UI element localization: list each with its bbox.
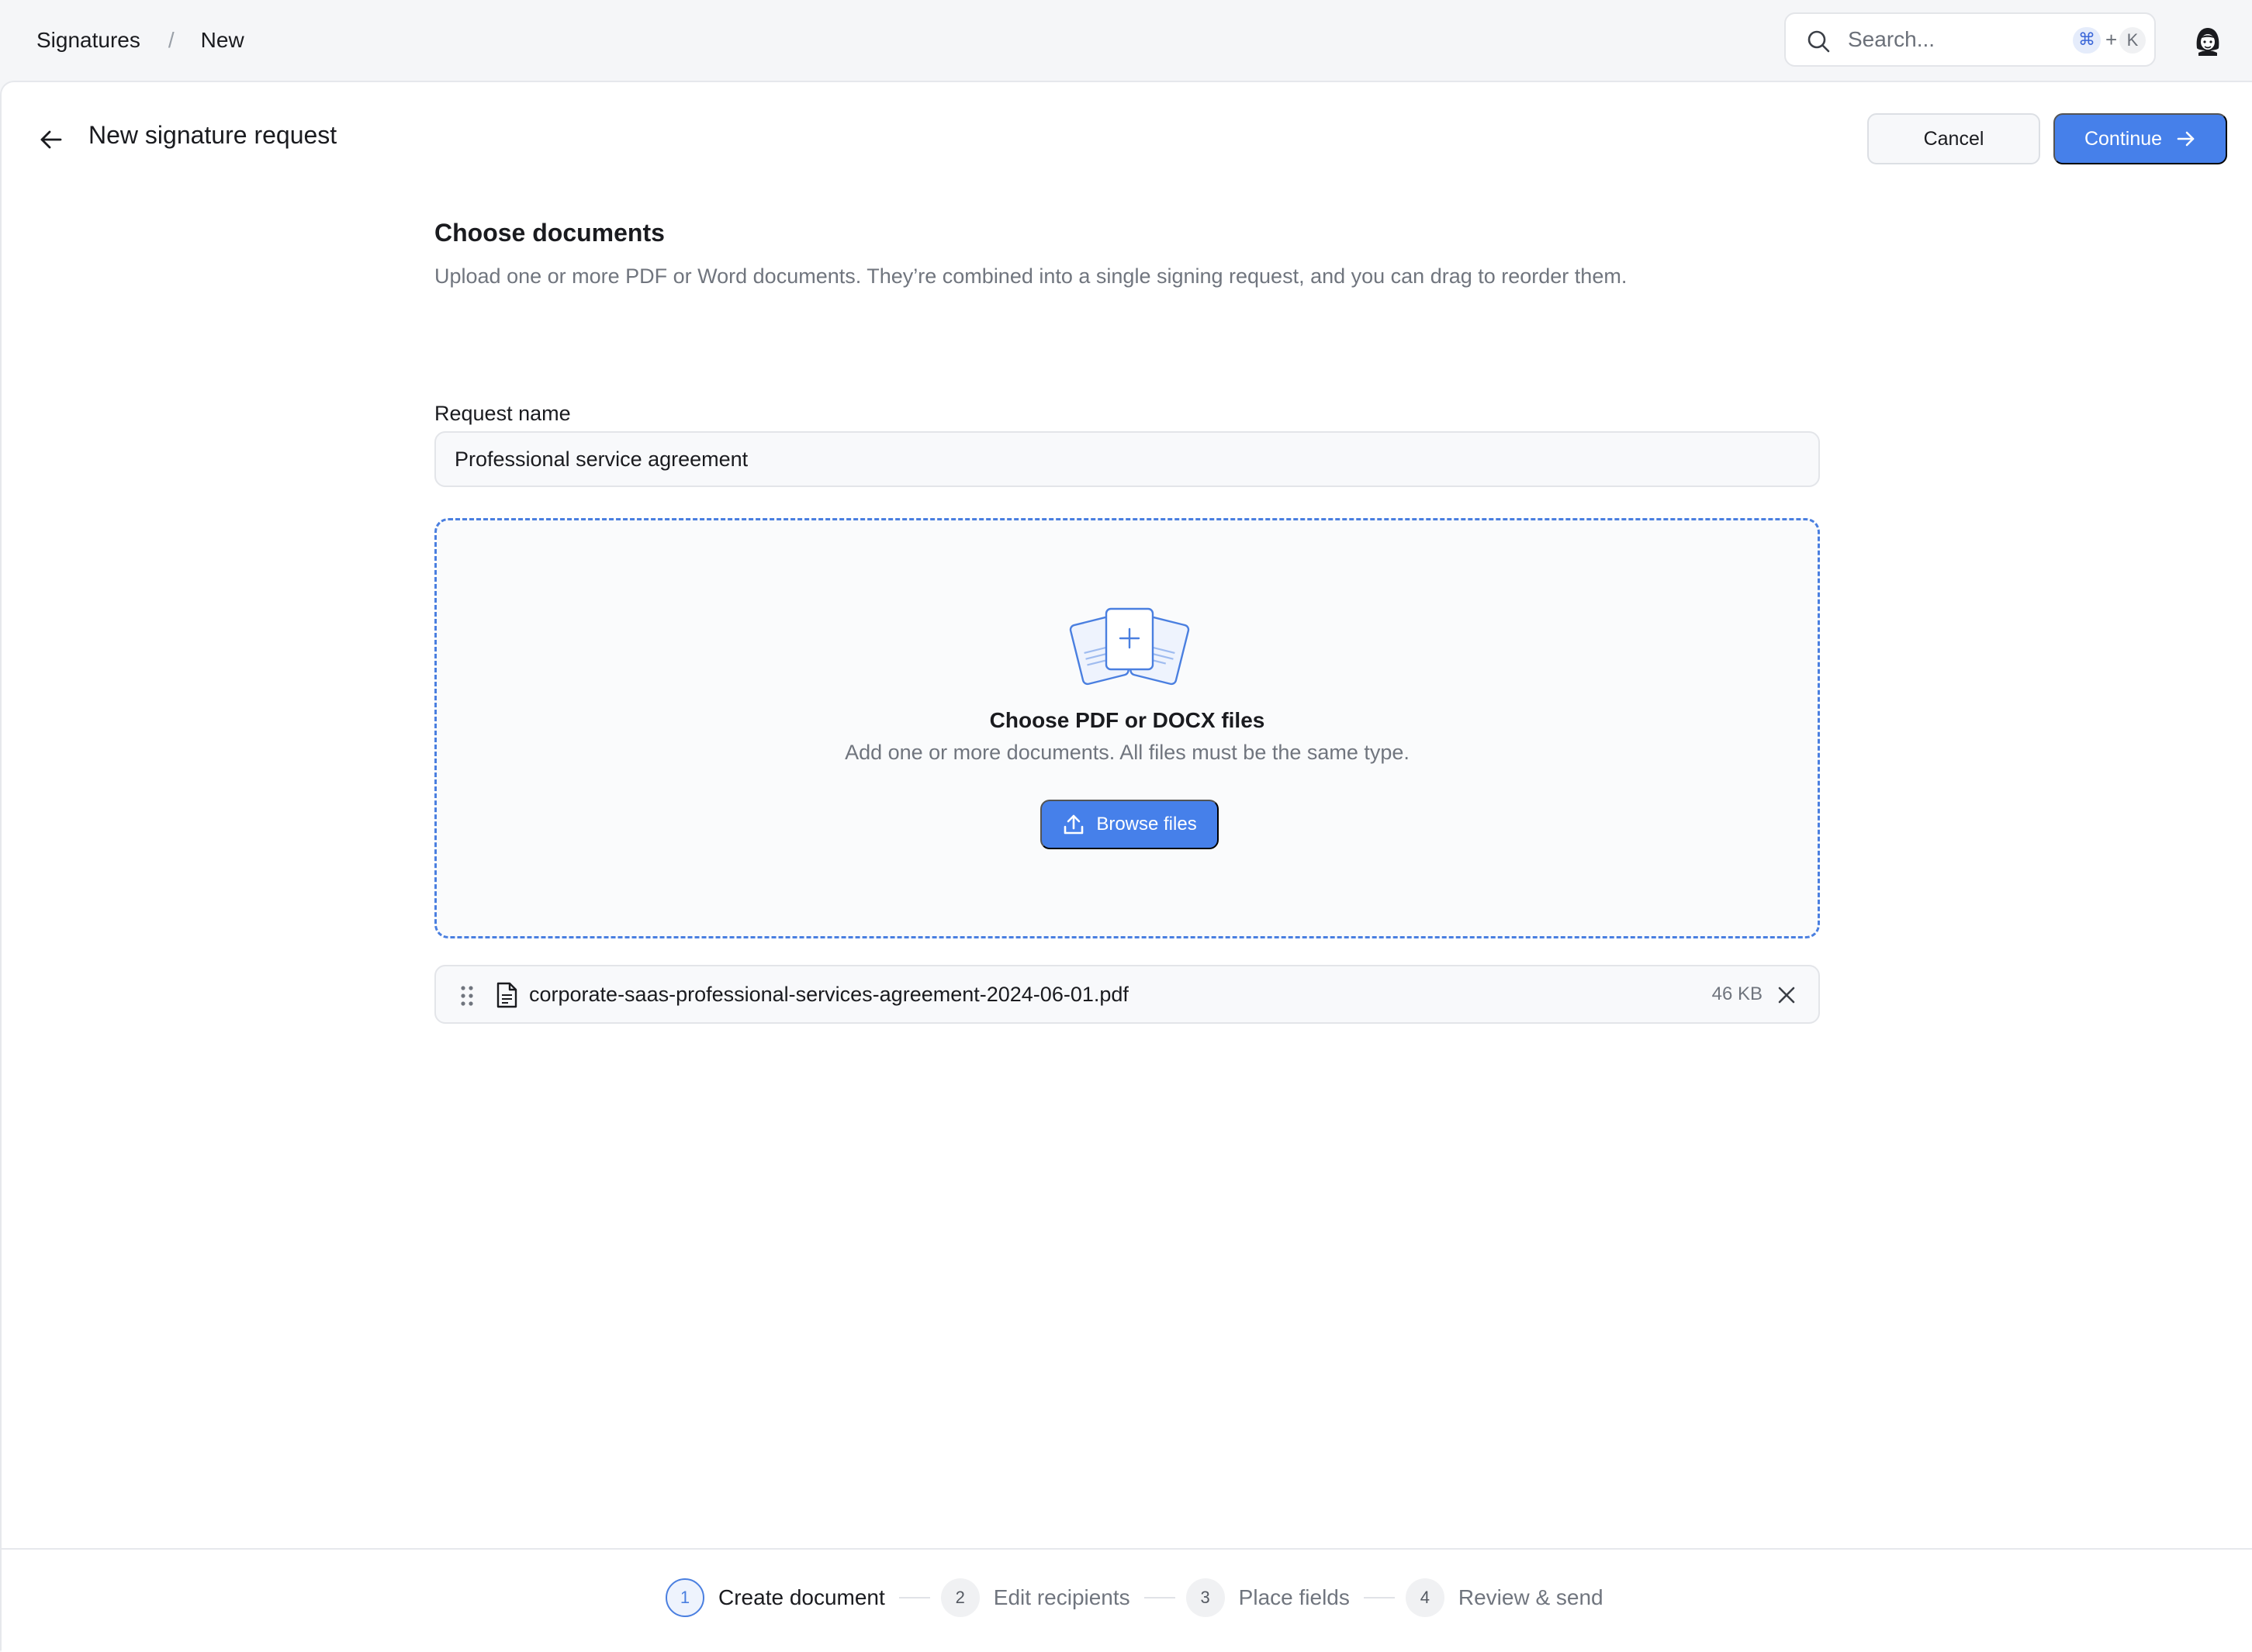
top-bar: Signatures / New Search... ⌘ + K	[0, 0, 2252, 81]
shortcut-k-key: K	[2119, 27, 2146, 54]
step-connector	[1363, 1597, 1395, 1598]
step-label: Place fields	[1238, 1585, 1350, 1609]
step-place-fields[interactable]: 3 Place fields	[1185, 1578, 1350, 1617]
search-box[interactable]: Search... ⌘ + K	[1784, 12, 2156, 67]
shortcut-plus: +	[2105, 28, 2118, 51]
remove-file-icon[interactable]	[1776, 985, 1797, 1005]
arrow-right-icon	[2177, 131, 2195, 147]
section-title: Choose documents	[434, 219, 665, 247]
step-number: 1	[666, 1578, 704, 1617]
file-size: 46 KB	[1711, 983, 1763, 1004]
step-review-send[interactable]: 4 Review & send	[1405, 1578, 1603, 1617]
step-number: 4	[1405, 1578, 1444, 1617]
choose-documents-section: Choose documents Upload one or more PDF …	[434, 219, 1820, 1024]
page-title: New signature request	[88, 121, 337, 149]
step-label: Edit recipients	[993, 1585, 1130, 1609]
dropzone-subtitle: Add one or more documents. All files mus…	[845, 741, 1410, 764]
drag-handle-icon[interactable]	[459, 983, 475, 1008]
avatar[interactable]	[2192, 25, 2223, 56]
step-edit-recipients[interactable]: 2 Edit recipients	[940, 1578, 1130, 1617]
step-connector	[1143, 1597, 1175, 1598]
page-header: New signature request Cancel Continue	[2, 82, 2252, 195]
step-number: 2	[940, 1578, 980, 1617]
steps-list: 1 Create document 2 Edit recipients 3 Pl…	[666, 1578, 1603, 1618]
step-label: Create document	[718, 1585, 885, 1609]
browse-files-button[interactable]: Browse files	[1040, 800, 1219, 849]
search-icon	[1807, 30, 1830, 53]
breadcrumb-signatures[interactable]: Signatures	[36, 28, 140, 53]
section-description: Upload one or more PDF or Word documents…	[434, 264, 1628, 288]
file-name: corporate-saas-professional-services-agr…	[529, 983, 1129, 1006]
shortcut-cmd-key: ⌘	[2073, 27, 2101, 54]
step-connector	[898, 1597, 930, 1598]
documents-add-icon	[1069, 607, 1190, 686]
file-list-item[interactable]: corporate-saas-professional-services-agr…	[434, 965, 1820, 1024]
cancel-button[interactable]: Cancel	[1867, 113, 2040, 164]
browse-files-label: Browse files	[1096, 814, 1197, 835]
request-name-input[interactable]: Professional service agreement	[434, 431, 1820, 487]
progress-stepper: 1 Create document 2 Edit recipients 3 Pl…	[2, 1548, 2252, 1652]
back-arrow-icon[interactable]	[37, 126, 65, 154]
main-panel: New signature request Cancel Continue Ch…	[0, 81, 2252, 1652]
breadcrumb-current: New	[200, 28, 244, 52]
breadcrumb: Signatures / New	[36, 0, 244, 81]
breadcrumb-separator: /	[168, 28, 175, 52]
step-number: 3	[1185, 1578, 1225, 1617]
step-create-document[interactable]: 1 Create document	[666, 1578, 885, 1617]
request-name-label: Request name	[434, 402, 571, 425]
continue-button[interactable]: Continue	[2053, 113, 2227, 164]
search-input[interactable]: Search...	[1848, 14, 1935, 65]
upload-icon	[1064, 814, 1084, 835]
file-dropzone[interactable]: Choose PDF or DOCX files Add one or more…	[434, 518, 1820, 938]
continue-button-label: Continue	[2084, 127, 2163, 150]
step-label: Review & send	[1458, 1585, 1603, 1609]
document-icon	[496, 982, 517, 1008]
dropzone-title: Choose PDF or DOCX files	[989, 708, 1265, 732]
